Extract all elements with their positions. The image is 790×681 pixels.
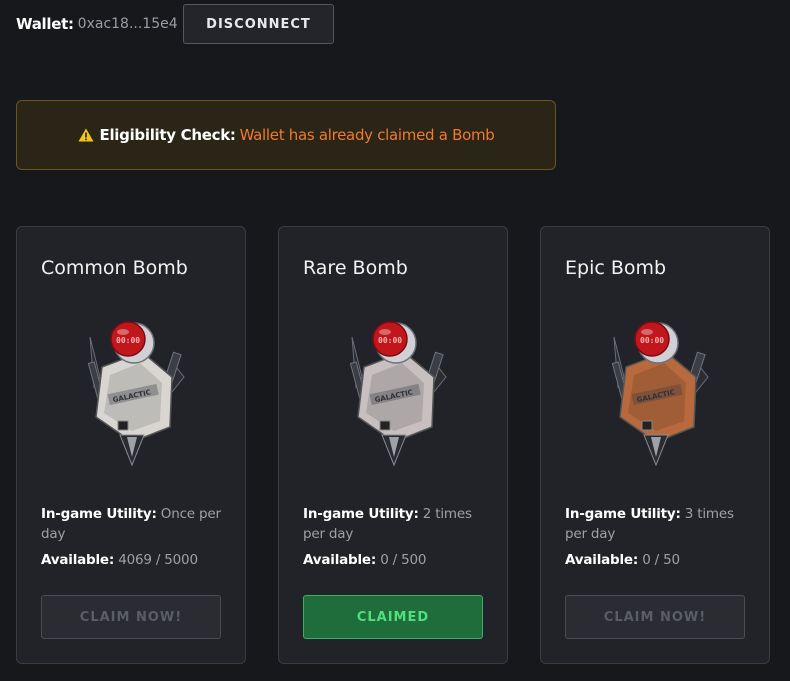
utility-info: In-game Utility: 2 times per day: [303, 504, 483, 544]
rare-bomb-image: GALACTIC00:00: [349, 321, 447, 467]
bomb-timer-text: 00:00: [116, 336, 140, 345]
claim-now-button[interactable]: CLAIM NOW!: [565, 595, 745, 639]
utility-label: In-game Utility:: [565, 506, 681, 522]
utility-label: In-game Utility:: [303, 506, 419, 522]
available-label: Available:: [41, 552, 115, 568]
claimed-button[interactable]: CLAIMED: [303, 595, 483, 639]
utility-info: In-game Utility: 3 times per day: [565, 504, 745, 544]
availability-info: Available: 4069 / 5000: [41, 552, 198, 568]
card-common-bomb: Common Bomb GALACTIC 00:00 In-game Utilit…: [16, 226, 246, 664]
bomb-timer-text: 00:00: [378, 336, 402, 345]
available-value: 0 / 50: [642, 552, 680, 568]
availability-info: Available: 0 / 500: [303, 552, 426, 568]
available-label: Available:: [565, 552, 639, 568]
wallet-label: Wallet:: [16, 15, 74, 33]
availability-info: Available: 0 / 50: [565, 552, 680, 568]
warning-icon: [78, 128, 93, 142]
bomb-timer-text: 00:00: [640, 336, 664, 345]
card-title: Common Bomb: [41, 257, 188, 279]
card-epic-bomb: Epic Bomb GALACTIC 00:00 In-game Utility:…: [540, 226, 770, 664]
eligibility-alert: Eligibility Check: Wallet has already cl…: [16, 100, 556, 170]
card-title: Rare Bomb: [303, 257, 408, 279]
utility-info: In-game Utility: Once per day: [41, 504, 221, 544]
wallet-address: 0xac18...15e4: [77, 16, 178, 32]
common-bomb-image: GALACTIC00:00: [87, 321, 185, 467]
available-value: 4069 / 5000: [118, 552, 198, 568]
eligibility-message: Wallet has already claimed a Bomb: [239, 126, 495, 144]
claim-now-button[interactable]: CLAIM NOW!: [41, 595, 221, 639]
epic-bomb-image: GALACTIC00:00: [611, 321, 709, 467]
card-rare-bomb: Rare Bomb GALACTIC 00:00 In-game Utility:…: [278, 226, 508, 664]
card-title: Epic Bomb: [565, 257, 667, 279]
wallet-info: Wallet: 0xac18...15e4: [16, 4, 178, 44]
eligibility-label: Eligibility Check:: [99, 126, 236, 144]
utility-label: In-game Utility:: [41, 506, 157, 522]
disconnect-button[interactable]: DISCONNECT: [183, 4, 334, 44]
available-value: 0 / 500: [380, 552, 427, 568]
available-label: Available:: [303, 552, 377, 568]
